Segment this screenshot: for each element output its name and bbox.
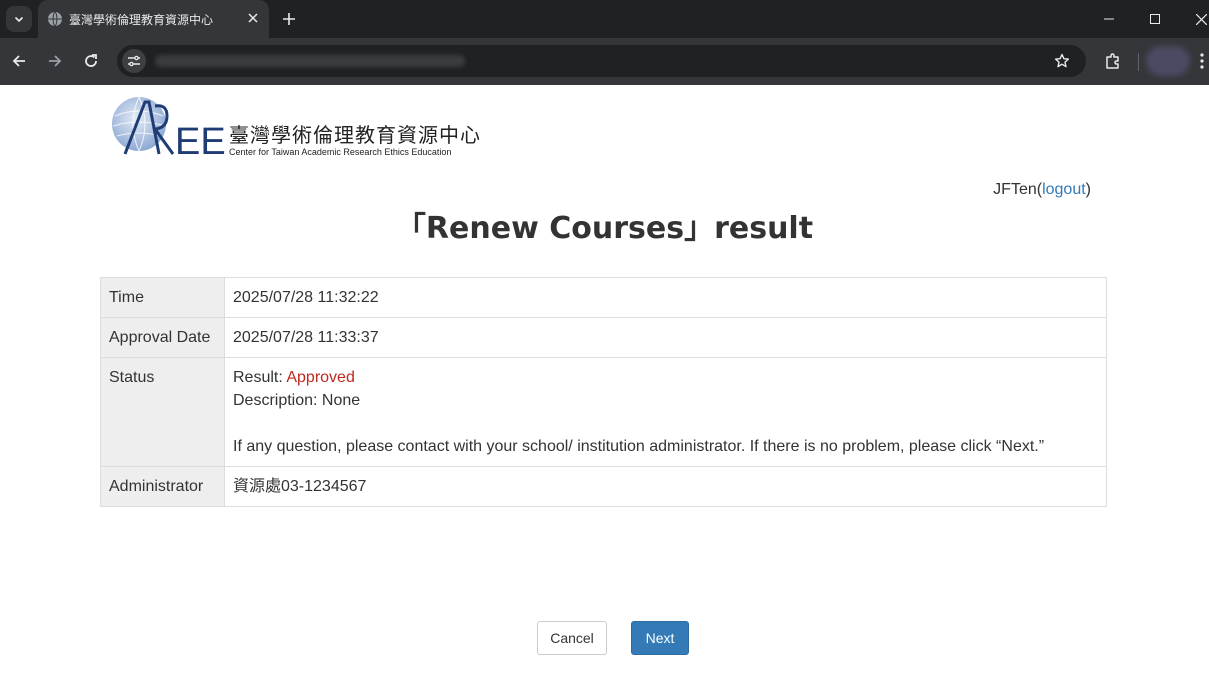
reload-icon [85,54,97,67]
table-row: Status Result: Approved Description: Non… [100,357,1107,467]
tab-close-button[interactable] [244,9,262,27]
minimize-button[interactable] [1096,6,1122,32]
svg-text:EE: EE [175,121,226,158]
maximize-button[interactable] [1142,6,1168,32]
url-text-redacted [155,55,465,67]
browser-menu-button[interactable] [1195,49,1209,73]
next-button[interactable]: Next [631,621,689,655]
browser-tab[interactable]: 臺灣學術倫理教育資源中心 [38,0,269,38]
approval-date-label: Approval Date [100,317,225,358]
result-label: Result: [233,369,287,386]
close-icon [1195,13,1207,25]
chevron-down-icon [14,16,24,23]
status-note: If any question, please contact with you… [233,438,1045,455]
puzzle-icon [1106,53,1119,69]
maximize-icon [1150,14,1160,24]
status-badge: Approved [286,369,355,386]
time-label: Time [100,277,225,318]
toolbar-divider [1138,53,1139,71]
close-window-button[interactable] [1188,6,1209,32]
minimize-icon [1104,18,1114,20]
globe-icon [48,11,62,27]
address-bar[interactable] [117,45,1086,77]
close-icon [248,13,258,23]
more-vertical-icon [1200,53,1204,69]
site-logo[interactable]: EE 臺灣學術倫理教育資源中心 Center for Taiwan Academ… [111,96,480,158]
result-table: Time 2025/07/28 11:32:22 Approval Date 2… [100,277,1107,507]
username: JFTen [993,181,1037,198]
bookmark-button[interactable] [1051,50,1073,72]
new-tab-button[interactable] [278,8,300,30]
page-content: EE 臺灣學術倫理教育資源中心 Center for Taiwan Academ… [0,85,1209,678]
logo-chinese-name: 臺灣學術倫理教育資源中心 [229,123,481,147]
page-title: 「Renew Courses」result [395,211,814,246]
time-value: 2025/07/28 11:32:22 [224,277,1107,318]
status-label: Status [100,357,225,467]
status-description: Description: None [233,392,361,409]
star-icon [1054,53,1070,68]
cancel-button[interactable]: Cancel [537,621,607,655]
back-button[interactable] [7,49,31,73]
extensions-button[interactable] [1101,49,1125,73]
tune-icon [128,55,140,67]
browser-tab-bar: 臺灣學術倫理教育資源中心 [0,0,1209,38]
arrow-left-icon [12,55,25,67]
reload-button[interactable] [79,49,103,73]
logo-english-name: Center for Taiwan Academic Research Ethi… [229,147,452,157]
table-row: Administrator 資源處03-1234567 [100,466,1107,507]
table-row: Time 2025/07/28 11:32:22 [100,277,1107,318]
care-logo-mark: EE [112,96,226,158]
profile-avatar[interactable] [1146,46,1190,76]
forward-button[interactable] [43,49,67,73]
table-row: Approval Date 2025/07/28 11:33:37 [100,317,1107,358]
logout-link[interactable]: logout [1042,181,1086,198]
status-value: Result: Approved Description: None If an… [224,357,1107,467]
browser-toolbar [0,38,1209,85]
user-bar: JFTen(logout) [993,181,1091,198]
tab-title: 臺灣學術倫理教育資源中心 [69,13,214,27]
site-info-button[interactable] [122,49,146,73]
tab-search-button[interactable] [6,6,32,32]
approval-date-value: 2025/07/28 11:33:37 [224,317,1107,358]
status-result: Result: Approved [233,366,1098,389]
arrow-right-icon [49,55,62,67]
administrator-value: 資源處03-1234567 [224,466,1107,507]
administrator-label: Administrator [100,466,225,507]
plus-icon [283,13,295,25]
